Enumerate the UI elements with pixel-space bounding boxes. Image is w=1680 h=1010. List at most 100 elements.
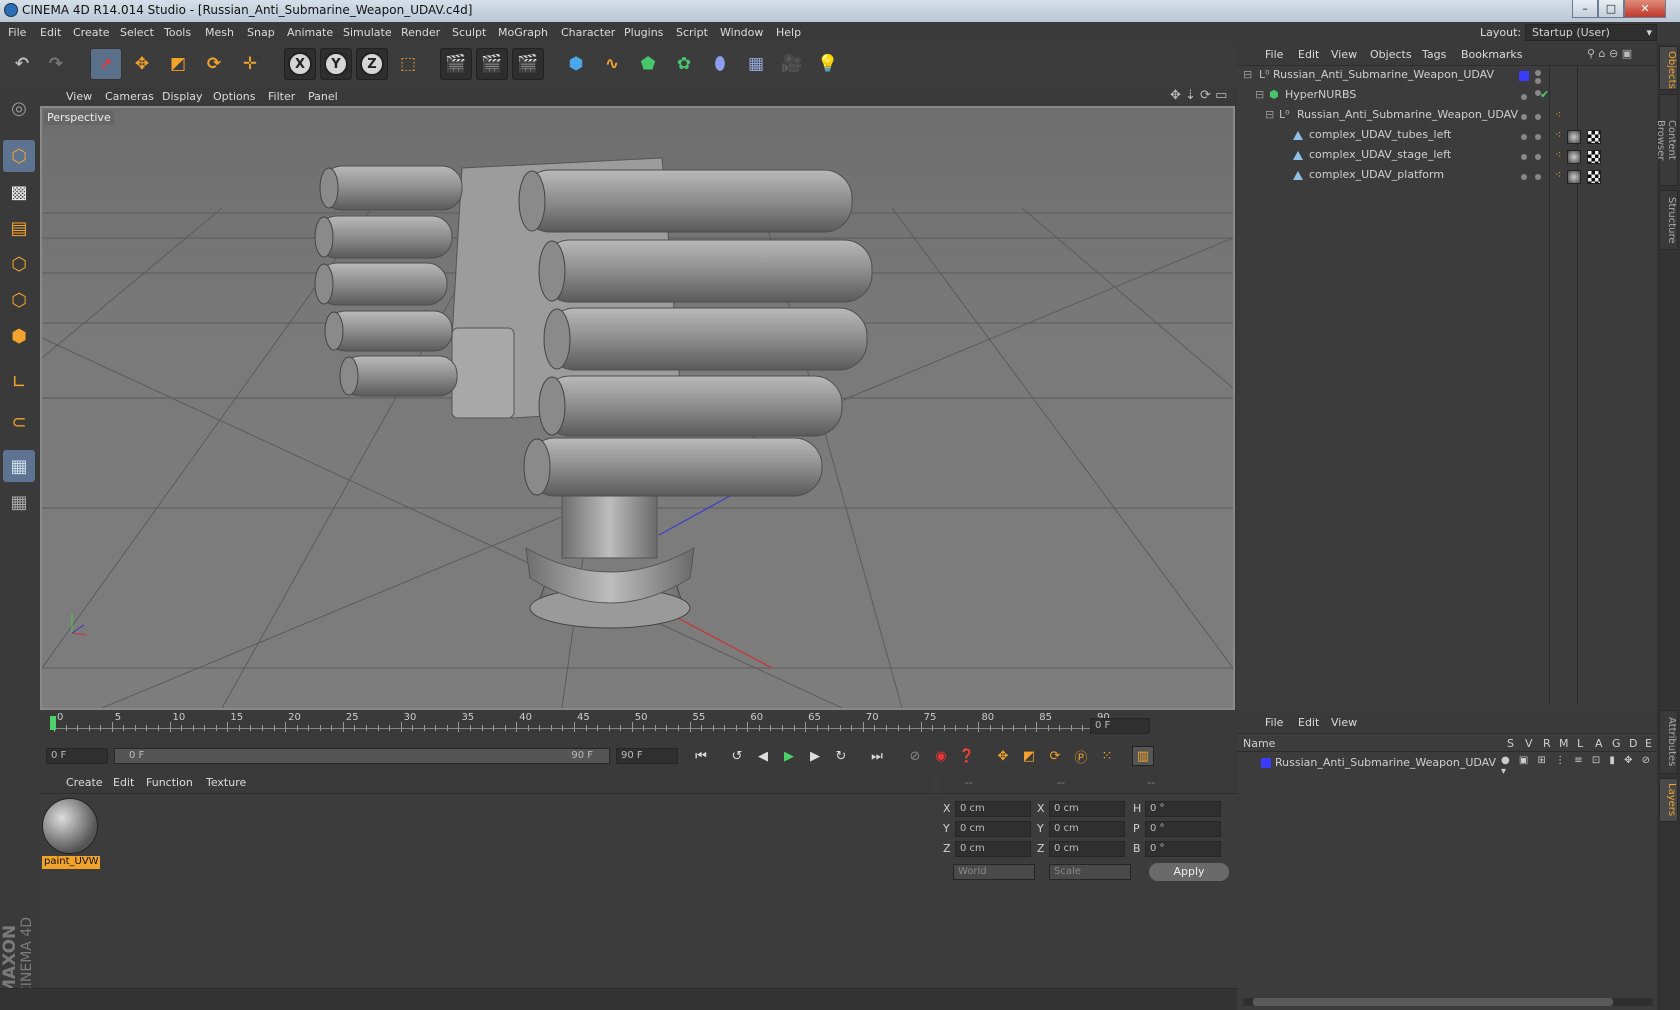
obj-menu-edit[interactable]: Edit	[1298, 48, 1319, 61]
menu-select[interactable]: Select	[120, 26, 154, 39]
move-button[interactable]: ✥	[126, 48, 158, 80]
rotation-key-button[interactable]: ⟳	[1044, 746, 1066, 766]
position-z-field[interactable]: 0 cm	[955, 841, 1031, 857]
menu-render[interactable]: Render	[401, 26, 440, 39]
layer-col-v[interactable]: V	[1525, 737, 1533, 750]
rotation-p-field[interactable]: 0 °	[1145, 821, 1221, 837]
point-level-key-button[interactable]: ⁙	[1096, 746, 1118, 766]
apply-button[interactable]: Apply	[1149, 863, 1229, 881]
parameter-key-button[interactable]: Ⓟ	[1070, 746, 1092, 766]
go-to-start-button[interactable]: ⏮	[690, 746, 712, 766]
material-menu-create[interactable]: Create	[66, 776, 103, 789]
mograph-button[interactable]: ✿	[668, 48, 700, 80]
scale-dropdown[interactable]: Scale	[1049, 864, 1131, 880]
render-settings-button[interactable]: 🎬	[512, 48, 544, 80]
layer-flag-icons[interactable]: ● ▣ ⊞ ⋮ ≡ ⊡ ▮ ✥ ⊘ ▾	[1501, 755, 1657, 777]
object-row[interactable]: complex_UDAV_stage_left ⁖	[1237, 148, 1657, 167]
material-tag-icon[interactable]	[1567, 130, 1581, 144]
tag-icon[interactable]: ⁖	[1555, 128, 1561, 141]
object-manager-tool-icons[interactable]: ⚲ ⌂ ⊖ ▣	[1587, 47, 1632, 60]
menu-script[interactable]: Script	[676, 26, 708, 39]
go-to-end-button[interactable]: ⏭	[866, 746, 888, 766]
tag-icon[interactable]: ⁖	[1555, 108, 1561, 121]
viewport-menu-cameras[interactable]: Cameras	[105, 90, 154, 103]
obj-menu-file[interactable]: File	[1265, 48, 1283, 61]
undo-button[interactable]: ↶	[6, 48, 38, 80]
scale-button[interactable]: ◩	[162, 48, 194, 80]
tab-attributes[interactable]: Attributes	[1659, 710, 1678, 774]
menu-plugins[interactable]: Plugins	[624, 26, 663, 39]
material-menu-texture[interactable]: Texture	[206, 776, 246, 789]
layer-col-d[interactable]: D	[1629, 737, 1637, 750]
previous-frame-button[interactable]: ◀	[752, 746, 774, 766]
layer-col-m[interactable]: M	[1559, 737, 1569, 750]
viewport-menu-options[interactable]: Options	[213, 90, 255, 103]
horizontal-scrollbar[interactable]	[1243, 998, 1653, 1006]
rotation-b-field[interactable]: 0 °	[1145, 841, 1221, 857]
scale-key-button[interactable]: ◩	[1018, 746, 1040, 766]
position-key-button[interactable]: ✥	[992, 746, 1014, 766]
menu-snap[interactable]: Snap	[247, 26, 275, 39]
material-menu-function[interactable]: Function	[146, 776, 193, 789]
uvw-tag-icon[interactable]	[1587, 130, 1601, 144]
texture-mode-button[interactable]: ▩	[3, 176, 35, 208]
layer-col-s[interactable]: S	[1507, 737, 1514, 750]
obj-menu-objects[interactable]: Objects	[1370, 48, 1412, 61]
tab-content-browser[interactable]: Content Browser	[1655, 94, 1678, 186]
light-button[interactable]: 💡	[812, 48, 844, 80]
viewport-menu-view[interactable]: View	[66, 90, 92, 103]
rotate-button[interactable]: ⟳	[198, 48, 230, 80]
layer-col-r[interactable]: R	[1543, 737, 1551, 750]
position-x-field[interactable]: 0 cm	[955, 801, 1031, 817]
visibility-dot[interactable]	[1521, 154, 1527, 160]
tab-structure[interactable]: Structure	[1659, 190, 1678, 250]
menu-create[interactable]: Create	[73, 26, 110, 39]
obj-menu-view[interactable]: View	[1331, 48, 1357, 61]
x-axis-button[interactable]: X	[284, 48, 316, 80]
render-dot[interactable]	[1535, 154, 1541, 160]
uvw-tag-icon[interactable]	[1587, 150, 1601, 164]
redo-button[interactable]: ↷	[40, 48, 72, 80]
menu-edit[interactable]: Edit	[40, 26, 61, 39]
spline-button[interactable]: ∿	[596, 48, 628, 80]
size-y-field[interactable]: 0 cm	[1049, 821, 1125, 837]
axis-mode-button[interactable]: ∟	[3, 366, 35, 398]
close-button[interactable]: ✕	[1624, 0, 1666, 18]
visibility-dot[interactable]	[1521, 114, 1527, 120]
menu-help[interactable]: Help	[776, 26, 801, 39]
menu-mesh[interactable]: Mesh	[205, 26, 234, 39]
keyframe-selection-button[interactable]: ❓	[956, 746, 978, 766]
locked-workplane-button[interactable]: ▦	[3, 486, 35, 518]
viewport-menu-panel[interactable]: Panel	[308, 90, 338, 103]
render-view-button[interactable]: 🎬	[440, 48, 472, 80]
end-frame-field[interactable]: 90 F	[616, 748, 678, 764]
visibility-dot[interactable]	[1521, 174, 1527, 180]
workplane-lock-button[interactable]: ▦	[3, 450, 35, 482]
perspective-viewport[interactable]: Perspective	[40, 106, 1235, 710]
timeline-ruler[interactable]: 051015202530354045505560657075808590 0 F	[40, 712, 1237, 740]
object-row[interactable]: ⊟ ⬢ HyperNURBS ✔	[1237, 88, 1657, 107]
render-dot[interactable]	[1535, 114, 1541, 120]
object-row[interactable]: complex_UDAV_platform ⁖	[1237, 168, 1657, 187]
make-editable-button[interactable]: ◎	[3, 92, 35, 124]
menu-mograph[interactable]: MoGraph	[498, 26, 548, 39]
model-mode-button[interactable]: ⬡	[3, 140, 35, 172]
playhead-marker[interactable]	[50, 716, 56, 730]
minimize-button[interactable]: –	[1572, 0, 1598, 18]
visibility-dot[interactable]	[1521, 94, 1527, 100]
visibility-dot[interactable]	[1535, 70, 1541, 76]
y-axis-button[interactable]: Y	[320, 48, 352, 80]
object-row[interactable]: complex_UDAV_tubes_left ⁖	[1237, 128, 1657, 147]
size-x-field[interactable]: 0 cm	[1049, 801, 1125, 817]
tag-icon[interactable]: ⁖	[1555, 168, 1561, 181]
tab-layers[interactable]: Layers	[1659, 778, 1678, 822]
tab-objects[interactable]: Objects	[1659, 46, 1678, 90]
tag-icon[interactable]: ⁖	[1555, 148, 1561, 161]
points-mode-button[interactable]: ⬡	[3, 248, 35, 280]
next-keyframe-button[interactable]: ↻	[830, 746, 852, 766]
viewport-menu-filter[interactable]: Filter	[268, 90, 295, 103]
layer-col-a[interactable]: A	[1595, 737, 1603, 750]
previous-keyframe-button[interactable]: ↺	[726, 746, 748, 766]
menu-file[interactable]: File	[8, 26, 26, 39]
object-row[interactable]: ⊟ L⁰ Russian_Anti_Submarine_Weapon_UDAV …	[1237, 108, 1657, 127]
